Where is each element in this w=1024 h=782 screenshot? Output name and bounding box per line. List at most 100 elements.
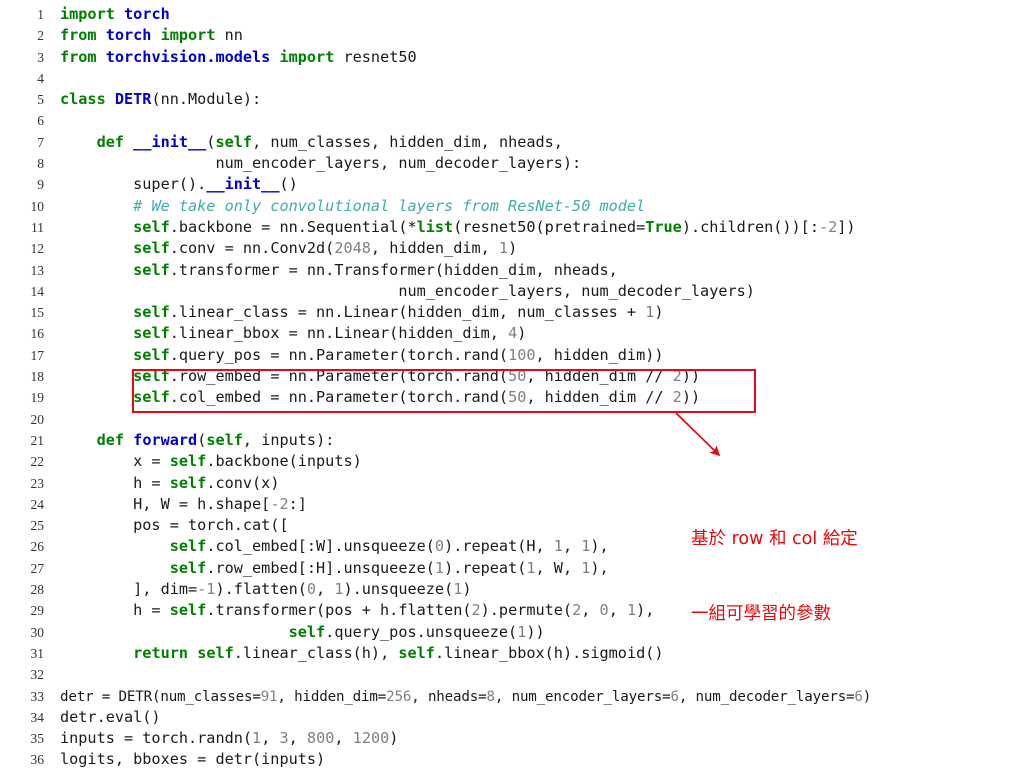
code-token: super(). bbox=[60, 175, 207, 194]
code-line: 4 bbox=[0, 68, 1024, 89]
code-token: self bbox=[133, 303, 170, 322]
code-token: DETR bbox=[114, 90, 152, 109]
code-line: 27 self.row_embed[:H].unsqueeze(1).repea… bbox=[0, 558, 1024, 579]
code-token: .linear_bbox(h).sigmoid() bbox=[434, 643, 664, 662]
code-line: 15 self.linear_class = nn.Linear(hidden_… bbox=[0, 302, 1024, 323]
line-number: 12 bbox=[30, 241, 45, 257]
code-line-text: pos = torch.cat([ bbox=[60, 515, 288, 536]
line-number: 8 bbox=[37, 156, 44, 172]
annotation-note: 基於 row 和 col 給定 一組可學習的參數 bbox=[691, 477, 858, 677]
code-line-text: class DETR(nn.Module): bbox=[60, 89, 261, 110]
code-token: torch bbox=[124, 5, 170, 23]
code-token: .transformer(pos + h.flatten( bbox=[206, 601, 472, 620]
code-token: import bbox=[279, 47, 335, 66]
code-token: ( bbox=[197, 430, 207, 449]
code-token: , hidden_dim)) bbox=[535, 345, 664, 364]
code-token: __init__ bbox=[206, 175, 280, 194]
code-line: 18 self.row_embed = nn.Parameter(torch.r… bbox=[0, 366, 1024, 387]
line-number: 36 bbox=[30, 752, 45, 768]
code-line-text: h = self.transformer(pos + h.flatten(2).… bbox=[60, 600, 654, 621]
code-token: nn bbox=[215, 26, 243, 45]
code-token: num_encoder_layers, num_decoder_layers) bbox=[60, 281, 755, 300]
code-token: 0 bbox=[306, 580, 317, 599]
code-token: detr.eval() bbox=[60, 707, 161, 726]
code-token: return bbox=[133, 643, 189, 662]
code-line: 1 import torch bbox=[0, 4, 1024, 25]
code-token: .row_embed[:H].unsqueeze( bbox=[206, 558, 435, 577]
line-number: 14 bbox=[30, 283, 45, 299]
line-number: 11 bbox=[31, 219, 44, 235]
code-line: 21 def forward(self, inputs): bbox=[0, 430, 1024, 451]
code-line-text: num_encoder_layers, num_decoder_layers) bbox=[60, 281, 755, 302]
code-token: inputs = torch.randn( bbox=[60, 729, 253, 748]
code-token: 6 bbox=[670, 688, 679, 705]
code-token: , num_classes, hidden_dim, nheads, bbox=[252, 132, 563, 151]
code-token: 0 bbox=[599, 601, 609, 620]
code-token: import bbox=[60, 5, 115, 23]
code-token: .query_pos.unsqueeze( bbox=[325, 622, 518, 641]
code-token: .transformer = nn.Transformer(hidden_dim… bbox=[169, 260, 618, 279]
line-number: 27 bbox=[30, 560, 45, 576]
code-token: self bbox=[133, 217, 170, 236]
line-number: 31 bbox=[30, 645, 45, 661]
code-lines-container: 1 import torch 2 from torch import nn 3 from … bbox=[0, 4, 1024, 771]
code-token: # We take only convolutional layers from… bbox=[133, 196, 646, 215]
code-line: 6 bbox=[0, 110, 1024, 131]
code-line-text: detr = DETR(num_classes=91, hidden_dim=2… bbox=[60, 687, 871, 708]
code-line: 12 self.conv = nn.Conv2d(2048, hidden_di… bbox=[0, 238, 1024, 259]
code-line-text: from torchvision.models import resnet50 bbox=[60, 47, 417, 68]
code-token: from bbox=[60, 26, 97, 45]
code-token: 6 bbox=[854, 688, 863, 705]
line-number: 7 bbox=[37, 134, 44, 150]
code-token: 1 bbox=[334, 580, 344, 599]
code-token: self bbox=[215, 132, 253, 151]
code-token: self bbox=[197, 643, 234, 662]
code-token: H, W = h.shape[ bbox=[60, 494, 271, 513]
code-token: num_encoder_layers, num_decoder_layers): bbox=[60, 154, 582, 173]
code-line-text: self.linear_bbox = nn.Linear(hidden_dim,… bbox=[60, 323, 526, 344]
code-token: )) bbox=[681, 388, 701, 407]
code-token: True bbox=[645, 217, 682, 236]
code-line-text: def __init__(self, num_classes, hidden_d… bbox=[60, 132, 563, 153]
code-token: (nn.Module): bbox=[151, 90, 262, 109]
code-token: self bbox=[169, 601, 207, 620]
line-number: 26 bbox=[30, 539, 45, 555]
code-token: 2 bbox=[672, 388, 682, 407]
code-token: :] bbox=[288, 494, 307, 513]
code-token: .row_embed = nn.Parameter(torch.rand( bbox=[169, 367, 509, 386]
code-token: 8 bbox=[486, 688, 495, 705]
code-line: 23 h = self.conv(x) bbox=[0, 473, 1024, 494]
code-token: h = bbox=[60, 473, 170, 492]
code-token: class bbox=[60, 90, 106, 109]
code-token: self bbox=[169, 473, 207, 492]
code-token: self bbox=[133, 345, 170, 364]
code-token: 1 bbox=[626, 601, 637, 620]
code-line: 24 H, W = h.shape[-2:] bbox=[0, 494, 1024, 515]
line-number: 25 bbox=[30, 518, 45, 534]
code-token: ).repeat(H, bbox=[444, 537, 554, 556]
code-token: ).unsqueeze( bbox=[343, 580, 454, 599]
code-line: 36 logits, bboxes = detr(inputs) bbox=[0, 749, 1024, 770]
code-token: x = bbox=[60, 452, 170, 471]
line-number: 6 bbox=[37, 113, 44, 129]
line-number: 21 bbox=[30, 432, 45, 448]
code-token: , bbox=[288, 729, 307, 748]
line-number: 17 bbox=[30, 347, 45, 363]
code-line: 7 def __init__(self, num_classes, hidden… bbox=[0, 132, 1024, 153]
code-token: 2 bbox=[572, 601, 582, 620]
code-line: 17 self.query_pos = nn.Parameter(torch.r… bbox=[0, 345, 1024, 366]
annotation-note-line-2: 一組可學習的參數 bbox=[691, 604, 831, 624]
code-line: 30 self.query_pos.unsqueeze(1)) bbox=[0, 622, 1024, 643]
code-token: self bbox=[133, 324, 170, 343]
line-number: 32 bbox=[30, 667, 45, 683]
code-token: ).flatten( bbox=[215, 580, 307, 599]
code-token: self bbox=[169, 558, 207, 577]
code-line: 28 ], dim=-1).flatten(0, 1).unsqueeze(1) bbox=[0, 579, 1024, 600]
